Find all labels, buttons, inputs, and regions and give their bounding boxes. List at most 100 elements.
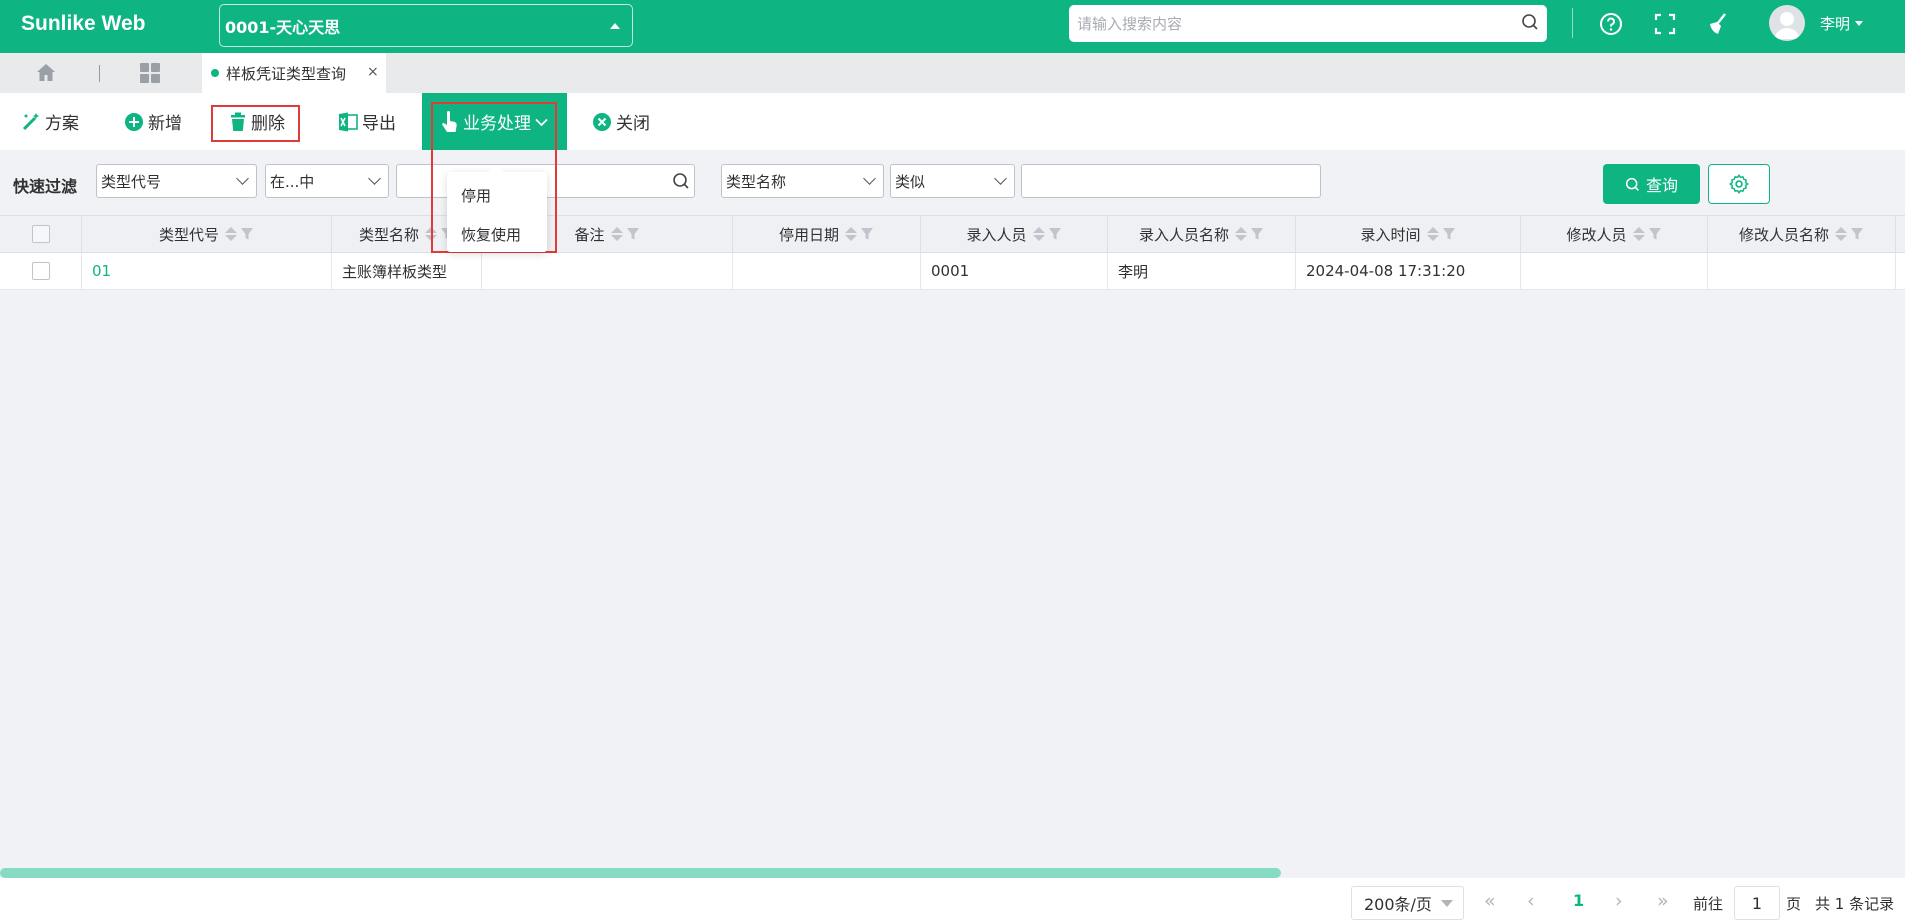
column-header[interactable]: 修改人员 — [1521, 216, 1708, 252]
filter-icon[interactable] — [1442, 227, 1456, 241]
column-header[interactable]: 停用日期 — [733, 216, 921, 252]
filter-field-value-2: 类型名称 — [726, 172, 787, 191]
close-page-button[interactable]: 关闭 — [592, 93, 650, 150]
cell-creator-name: 李明 — [1108, 253, 1296, 289]
caret-up-icon — [610, 22, 620, 29]
column-label: 停用日期 — [778, 225, 839, 244]
goto-suffix: 页 — [1786, 895, 1802, 913]
chevron-down-icon — [535, 112, 548, 132]
fullscreen-icon[interactable] — [1651, 10, 1679, 38]
export-button[interactable]: 导出 — [338, 93, 396, 150]
filter-operator-value-2: 类似 — [895, 172, 926, 191]
clean-broom-icon[interactable] — [1704, 10, 1732, 38]
filter-icon[interactable] — [1648, 227, 1662, 241]
menu-item-restore[interactable]: 恢复使用 — [461, 224, 521, 245]
filter-value-input-2[interactable] — [1021, 164, 1321, 198]
caret-down-icon — [1855, 21, 1864, 26]
row-select-cell — [0, 253, 82, 289]
home-icon[interactable] — [35, 62, 57, 88]
sort-icon[interactable] — [1835, 227, 1847, 241]
menu-item-disable[interactable]: 停用 — [461, 185, 491, 206]
sort-icon[interactable] — [1426, 227, 1439, 241]
sort-icon[interactable] — [425, 227, 437, 241]
search-icon[interactable] — [672, 172, 690, 194]
column-header[interactable]: 录入时间 — [1296, 216, 1521, 252]
filter-operator-value-1: 在...中 — [270, 172, 315, 191]
chevron-down-icon — [994, 172, 1007, 185]
filter-icon[interactable] — [860, 227, 874, 241]
global-search[interactable] — [1069, 5, 1547, 42]
add-label: 新增 — [148, 114, 182, 134]
filter-icon[interactable] — [240, 227, 254, 241]
tab-template-voucher-type[interactable]: 样板凭证类型查询 × — [202, 53, 386, 93]
last-page-icon[interactable]: » — [1657, 890, 1669, 912]
sort-icon[interactable] — [610, 227, 623, 241]
sort-icon[interactable] — [225, 227, 237, 241]
add-button[interactable]: 新增 — [124, 93, 182, 150]
filter-field-select-1[interactable]: 类型代号 — [96, 164, 257, 198]
close-icon[interactable]: × — [367, 64, 379, 80]
page-size-select[interactable]: 200条/页 — [1351, 886, 1464, 920]
global-search-input[interactable] — [1075, 13, 1521, 34]
scheme-button[interactable]: 方案 — [21, 93, 79, 150]
chevron-down-icon — [863, 172, 876, 185]
table-header: 类型代号 类型名称 备注 停用日期 录入人员 录入人员名称 录入时间 修改人员 — [0, 215, 1905, 253]
business-process-button[interactable]: 业务处理 — [422, 93, 567, 150]
magic-wand-icon — [22, 112, 39, 130]
column-header[interactable]: 录入人员 — [921, 216, 1108, 252]
cell-modifier — [1521, 253, 1708, 289]
column-header[interactable]: 录入人员名称 — [1108, 216, 1296, 252]
goto-page-input[interactable]: 1 — [1734, 886, 1780, 920]
column-label: 类型代号 — [158, 225, 219, 244]
column-header[interactable]: 修改人员名称 — [1708, 216, 1896, 252]
filter-icon[interactable] — [1250, 227, 1264, 241]
sort-icon[interactable] — [845, 227, 857, 241]
delete-button[interactable]: 删除 — [229, 93, 285, 150]
tab-label: 样板凭证类型查询 — [226, 64, 347, 83]
grid-icon[interactable] — [139, 62, 161, 88]
trash-icon — [231, 112, 245, 131]
cell-created-at: 2024-04-08 17:31:20 — [1296, 253, 1521, 289]
select-all-checkbox[interactable] — [31, 225, 50, 243]
user-menu[interactable]: 李明 — [1820, 13, 1864, 34]
filter-operator-select-2[interactable]: 类似 — [890, 164, 1015, 198]
company-selector[interactable]: 0001-天心天思 — [219, 4, 633, 47]
row-checkbox[interactable] — [31, 262, 50, 280]
cell-modifier-name — [1708, 253, 1896, 289]
filter-operator-select-1[interactable]: 在...中 — [265, 164, 389, 198]
toolbar: 方案 新增 删除 导出 业务处理 关闭 — [0, 93, 1905, 150]
prev-page-icon[interactable]: ‹ — [1527, 890, 1535, 912]
page-size-value: 200条/页 — [1364, 895, 1432, 914]
avatar[interactable] — [1769, 5, 1805, 41]
table-row[interactable]: 01 主账簿样板类型 0001 李明 2024-04-08 17:31:20 — [0, 253, 1905, 290]
brand-logo: Sunlike Web — [21, 12, 146, 35]
first-page-icon[interactable]: « — [1484, 890, 1496, 912]
horizontal-scrollbar[interactable] — [0, 868, 1281, 878]
user-name: 李明 — [1820, 15, 1851, 33]
current-page[interactable]: 1 — [1573, 891, 1584, 910]
column-label: 类型名称 — [358, 225, 419, 244]
sort-icon[interactable] — [1632, 227, 1645, 241]
excel-icon — [339, 112, 358, 131]
caret-down-icon — [1440, 899, 1453, 907]
help-icon[interactable] — [1597, 10, 1625, 38]
column-header[interactable]: 类型代号 — [82, 216, 332, 252]
filter-settings-button[interactable] — [1708, 164, 1770, 204]
gear-icon — [1729, 174, 1749, 194]
column-label: 录入人员名称 — [1138, 225, 1229, 244]
filter-icon[interactable] — [626, 227, 640, 241]
next-page-icon[interactable]: › — [1615, 890, 1623, 912]
filter-field-select-2[interactable]: 类型名称 — [721, 164, 884, 198]
filter-icon[interactable] — [1048, 227, 1062, 241]
filter-icon[interactable] — [1850, 227, 1864, 241]
query-button[interactable]: 查询 — [1603, 164, 1700, 204]
close-label: 关闭 — [616, 114, 650, 134]
sort-icon[interactable] — [1032, 227, 1045, 241]
tab-separator — [99, 65, 100, 82]
search-icon[interactable] — [1521, 13, 1539, 35]
chevron-down-icon — [368, 172, 381, 185]
delete-label: 删除 — [251, 114, 285, 134]
cell-type-code[interactable]: 01 — [82, 253, 332, 289]
sort-icon[interactable] — [1235, 227, 1247, 241]
pagination-bar: 200条/页 « ‹ 1 › » 前往 1 页 共 1 条记录 — [0, 878, 1905, 922]
